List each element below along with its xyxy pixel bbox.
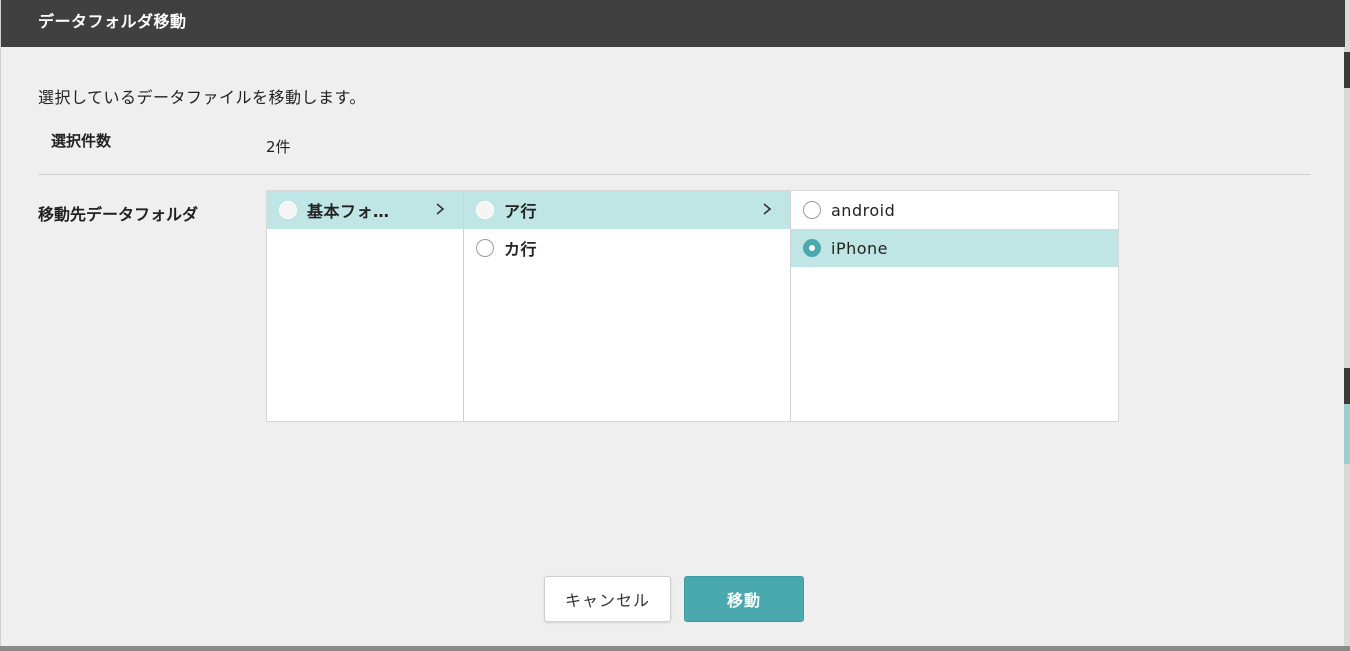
selected-count-label: 選択件数 [51, 132, 112, 150]
folder-label: カ行 [504, 240, 538, 259]
folder-browser: 基本フォ… ア行 カ行 android iPhone [266, 190, 1119, 422]
radio-button-checked[interactable] [803, 239, 821, 257]
radio-button[interactable] [279, 201, 297, 219]
folder-label: 基本フォ… [307, 202, 390, 221]
dialog-description: 選択しているデータファイルを移動します。 [38, 88, 366, 107]
dialog-title: データフォルダ移動 [1, 0, 1345, 47]
folder-column-1: 基本フォ… [267, 191, 464, 421]
dialog-actions: キャンセル 移動 [544, 576, 804, 622]
destination-folder-label: 移動先データフォルダ [38, 205, 199, 224]
backdrop-strip [1344, 0, 1350, 651]
backdrop-strip [1344, 404, 1350, 464]
chevron-right-icon [436, 203, 445, 215]
move-button[interactable]: 移動 [684, 576, 804, 622]
radio-button[interactable] [476, 239, 494, 257]
divider [38, 174, 1310, 175]
folder-column-3: android iPhone [791, 191, 1118, 421]
folder-label: ア行 [504, 202, 538, 221]
radio-button[interactable] [803, 201, 821, 219]
cancel-button[interactable]: キャンセル [544, 576, 671, 622]
backdrop-strip [0, 646, 1350, 651]
backdrop-strip [1344, 52, 1350, 88]
folder-move-dialog: データフォルダ移動 選択しているデータファイルを移動します。 選択件数 2件 移… [0, 0, 1345, 646]
folder-label: android [831, 200, 896, 220]
radio-button[interactable] [476, 201, 494, 219]
folder-row-android[interactable]: android [791, 191, 1118, 229]
chevron-right-icon [763, 203, 772, 215]
folder-row-iphone[interactable]: iPhone [791, 229, 1118, 267]
selected-count-value: 2件 [266, 138, 291, 156]
backdrop-strip [1344, 368, 1350, 404]
folder-row-basic[interactable]: 基本フォ… [267, 191, 463, 229]
folder-label: iPhone [831, 238, 889, 258]
folder-column-2: ア行 カ行 [464, 191, 791, 421]
folder-row-ka-gyou[interactable]: カ行 [464, 229, 790, 267]
folder-row-a-gyou[interactable]: ア行 [464, 191, 790, 229]
